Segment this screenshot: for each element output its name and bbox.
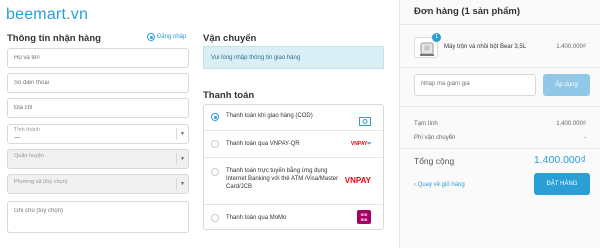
payment-title: Thanh toán: [203, 90, 255, 101]
note-textarea[interactable]: [14, 208, 182, 228]
payment-method-cod[interactable]: Thanh toán khi giao hàng (COD): [204, 105, 383, 131]
phone-input[interactable]: [14, 80, 182, 86]
payment-method-internet-banking[interactable]: Thanh toán trực tuyến bằng ứng dụng Inte…: [204, 158, 383, 205]
radio-vnpay-qr[interactable]: [211, 140, 219, 148]
discount-input[interactable]: [421, 81, 529, 87]
discount-field[interactable]: [414, 74, 536, 96]
divider: [400, 106, 600, 107]
province-label: Tỉnh thành: [14, 127, 40, 133]
shipping-fee-value: -: [584, 135, 586, 141]
payment-method-label: Thanh toán khi giao hàng (COD): [226, 113, 313, 119]
radio-internet-banking[interactable]: [211, 168, 219, 176]
chevron-down-icon: ▼: [176, 128, 188, 140]
chevron-down-icon: ▼: [176, 153, 188, 165]
fullname-field[interactable]: [7, 48, 189, 68]
subtotal-label: Tạm tính: [414, 121, 438, 127]
apply-discount-button[interactable]: Áp dụng: [543, 74, 590, 96]
product-name: Máy trộn và nhồi bột Bear 3,5L: [444, 44, 527, 50]
divider: [400, 67, 600, 68]
site-logo[interactable]: beemart.vn: [6, 6, 88, 24]
vnpay-logo-icon: VNPAY: [345, 176, 371, 185]
district-label: Quận huyện: [14, 153, 44, 159]
user-icon: [147, 33, 155, 41]
shipping-fee-label: Phí vận chuyển: [414, 135, 456, 141]
vnpay-qr-icon: VNPAYᵠʳ: [350, 141, 371, 147]
payment-method-label: Thanh toán trực tuyến bằng ứng dụng Inte…: [226, 168, 339, 190]
district-select[interactable]: Quận huyện ▼: [7, 149, 189, 169]
product-price: 1.400.000₫: [556, 44, 586, 50]
shipping-info-title: Thông tin nhận hàng: [7, 33, 101, 44]
quantity-badge: 1: [432, 33, 441, 42]
divider: [400, 24, 600, 25]
login-link[interactable]: Đăng nhập: [147, 33, 186, 41]
address-field[interactable]: [7, 98, 189, 118]
note-field[interactable]: [7, 201, 189, 233]
shipping-notice: Vui lòng nhập thông tin giao hàng: [203, 46, 384, 69]
province-value: ---: [14, 135, 20, 141]
order-summary: Đơn hàng (1 sản phẩm) 1 Máy trộn và nhồi…: [399, 0, 600, 248]
place-order-button[interactable]: ĐẶT HÀNG: [534, 173, 590, 195]
ward-select[interactable]: Phường xã (tùy chọn) ▼: [7, 174, 189, 194]
login-link-label: Đăng nhập: [157, 34, 187, 40]
vnpay-qr-text: VNPAY: [350, 141, 368, 147]
fullname-input[interactable]: [14, 55, 182, 61]
radio-momo[interactable]: [211, 214, 219, 222]
order-title: Đơn hàng (1 sản phẩm): [414, 6, 520, 17]
shipping-title: Vận chuyển: [203, 33, 257, 44]
address-input[interactable]: [14, 105, 182, 111]
ward-label: Phường xã (tùy chọn): [14, 179, 68, 185]
cash-icon: [359, 113, 371, 131]
total-label: Tổng cộng: [414, 156, 455, 166]
payment-method-label: Thanh toán qua VNPAY-QR: [226, 141, 300, 147]
back-to-cart-link[interactable]: ‹ Quay về giỏ hàng: [414, 182, 465, 188]
phone-field[interactable]: [7, 73, 189, 93]
momo-icon: mo mo: [357, 210, 371, 224]
province-select[interactable]: Tỉnh thành --- ▼: [7, 124, 189, 144]
radio-cod[interactable]: [211, 113, 219, 121]
payment-method-momo[interactable]: Thanh toán qua MoMo mo mo: [204, 205, 383, 231]
divider: [400, 148, 600, 149]
chevron-down-icon: ▼: [176, 178, 188, 190]
payment-method-vnpay-qr[interactable]: Thanh toán qua VNPAY-QR VNPAYᵠʳ: [204, 131, 383, 158]
total-value: 1.400.000₫: [533, 154, 586, 166]
payment-methods: Thanh toán khi giao hàng (COD) Thanh toá…: [203, 104, 384, 230]
subtotal-value: 1.400.000₫: [556, 121, 586, 127]
payment-method-label: Thanh toán qua MoMo: [226, 215, 287, 221]
vnpay-logo-text: VNPAY: [344, 176, 371, 185]
